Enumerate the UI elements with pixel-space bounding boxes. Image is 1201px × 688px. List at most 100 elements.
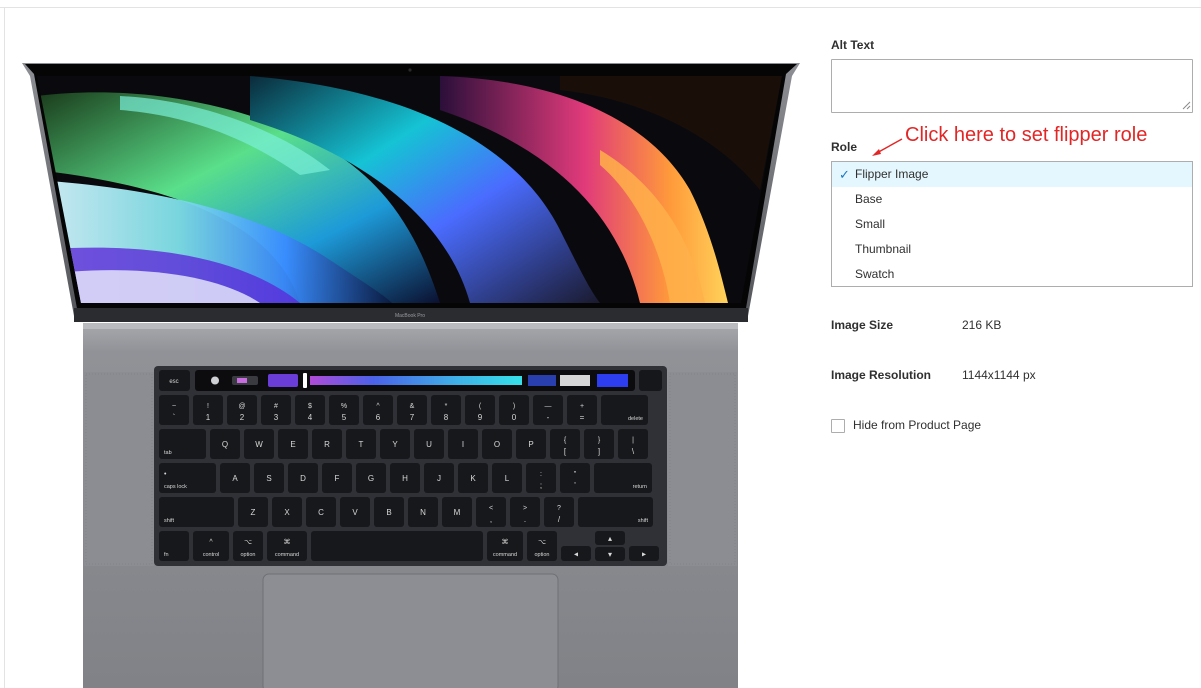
key-legend: tab bbox=[164, 450, 172, 456]
key-legend: R bbox=[324, 440, 330, 449]
key-legend: P bbox=[528, 440, 533, 449]
key-legend: caps lock bbox=[164, 484, 187, 490]
key-legend: , bbox=[490, 515, 492, 524]
key-legend: < bbox=[489, 505, 493, 512]
key-legend: ▴ bbox=[608, 534, 612, 543]
role-option-swatch[interactable]: Swatch bbox=[832, 262, 1192, 286]
brand-label: MacBook Pro bbox=[395, 313, 425, 319]
key-legend: ▾ bbox=[608, 550, 612, 559]
key-legend: ⌘ bbox=[284, 538, 291, 546]
key-legend: return bbox=[633, 484, 647, 490]
key-legend: — bbox=[545, 403, 552, 410]
key-legend: 9 bbox=[478, 413, 483, 422]
key-legend: : bbox=[540, 471, 542, 478]
key-legend: = bbox=[580, 413, 585, 422]
key-legend: command bbox=[493, 552, 517, 558]
alt-text-label: Alt Text bbox=[831, 38, 875, 52]
key-legend: ▸ bbox=[642, 550, 646, 559]
image-resolution-value: 1144x1144 px bbox=[962, 368, 1036, 382]
role-select[interactable]: ✓ Flipper Image Base Small Thumbnail Swa… bbox=[831, 161, 1193, 287]
key-legend: 1 bbox=[206, 413, 211, 422]
key-legend: ⌥ bbox=[538, 539, 546, 546]
key-legend: . bbox=[524, 515, 526, 524]
key-legend: 0 bbox=[512, 413, 517, 422]
role-option-label: Flipper Image bbox=[855, 167, 929, 181]
key-legend: V bbox=[352, 508, 358, 517]
role-option-small[interactable]: Small bbox=[832, 212, 1192, 237]
key-legend: ~ bbox=[172, 403, 176, 410]
key-legend: 4 bbox=[308, 413, 313, 422]
role-option-label: Small bbox=[855, 217, 886, 231]
role-annotation: Click here to set flipper role bbox=[905, 124, 1148, 146]
key-legend: O bbox=[494, 440, 500, 449]
image-size-label: Image Size bbox=[831, 318, 894, 332]
key-legend: - bbox=[547, 413, 550, 422]
key-legend: & bbox=[410, 403, 415, 410]
key-legend: F bbox=[335, 474, 340, 483]
key-legend: @ bbox=[238, 403, 245, 410]
key-legend: L bbox=[505, 474, 510, 483]
key-legend: ` bbox=[173, 413, 176, 422]
key-legend: W bbox=[255, 440, 263, 449]
role-option-label: Base bbox=[855, 192, 883, 206]
role-option-label: Thumbnail bbox=[855, 242, 912, 256]
key-legend: E bbox=[290, 440, 295, 449]
key-legend: | bbox=[632, 437, 634, 444]
key-legend: option bbox=[241, 552, 256, 558]
key-legend: G bbox=[368, 474, 374, 483]
key-legend: ) bbox=[513, 403, 515, 410]
key-legend: control bbox=[203, 552, 220, 558]
key-legend: T bbox=[359, 440, 364, 449]
key-legend: N bbox=[420, 508, 426, 517]
role-option-base[interactable]: Base bbox=[832, 187, 1192, 212]
key-legend: ⌥ bbox=[244, 539, 252, 546]
key-legend: C bbox=[318, 508, 324, 517]
key-legend: K bbox=[470, 474, 476, 483]
key-legend: 6 bbox=[376, 413, 381, 422]
key-legend: ? bbox=[557, 505, 561, 512]
key-legend: # bbox=[274, 403, 278, 410]
key-legend: + bbox=[580, 403, 584, 410]
key-legend: 2 bbox=[240, 413, 245, 422]
svg-text:esc: esc bbox=[169, 379, 178, 385]
hide-from-product-page-label[interactable]: Hide from Product Page bbox=[853, 418, 981, 432]
check-icon: ✓ bbox=[839, 167, 850, 182]
alt-text-field[interactable] bbox=[831, 59, 1193, 113]
key-legend: % bbox=[341, 403, 347, 410]
key-legend: $ bbox=[308, 403, 312, 410]
image-resolution-label: Image Resolution bbox=[831, 368, 932, 382]
image-size-value: 216 KB bbox=[962, 318, 1002, 332]
key-legend: ] bbox=[598, 447, 600, 456]
role-option-thumbnail[interactable]: Thumbnail bbox=[832, 237, 1192, 262]
hide-from-product-page-checkbox[interactable] bbox=[831, 419, 845, 433]
role-label: Role bbox=[831, 140, 858, 154]
key-legend: shift bbox=[164, 518, 175, 524]
key-legend: shift bbox=[638, 518, 649, 524]
macbook-illustration: MacBook Pro esc ~`!1@2#3$4%5^6&7*8(9)0—-… bbox=[22, 63, 800, 688]
key-legend: ; bbox=[540, 481, 542, 490]
key-legend: A bbox=[232, 474, 238, 483]
key-legend: 3 bbox=[274, 413, 279, 422]
role-option-label: Swatch bbox=[855, 267, 895, 281]
key-legend: command bbox=[275, 552, 299, 558]
key-legend: ⌘ bbox=[502, 538, 509, 546]
key-legend: B bbox=[386, 508, 391, 517]
role-option-flipper-image[interactable]: ✓ Flipper Image bbox=[832, 162, 1192, 187]
key-legend: fn bbox=[164, 552, 169, 558]
resize-grip-icon[interactable] bbox=[1182, 101, 1191, 110]
key-legend: delete bbox=[628, 416, 643, 422]
touch-bar: esc bbox=[159, 370, 662, 391]
key-legend: Y bbox=[392, 440, 398, 449]
key-legend: M bbox=[454, 508, 461, 517]
product-image-preview[interactable]: MacBook Pro esc ~ ` ! 1 @ 2 # 3 $ 4 % 5 … bbox=[0, 0, 820, 688]
key-legend: U bbox=[426, 440, 432, 449]
image-detail-panel: Alt Text Role Click here to set flipper … bbox=[831, 0, 1201, 688]
key-legend: 7 bbox=[410, 413, 415, 422]
trackpad bbox=[262, 573, 559, 688]
key-legend: D bbox=[300, 474, 306, 483]
key-legend: J bbox=[437, 474, 441, 483]
key-legend: * bbox=[445, 403, 448, 410]
key-legend: Q bbox=[222, 440, 228, 449]
key-legend: 5 bbox=[342, 413, 347, 422]
key-legend: Z bbox=[251, 508, 256, 517]
